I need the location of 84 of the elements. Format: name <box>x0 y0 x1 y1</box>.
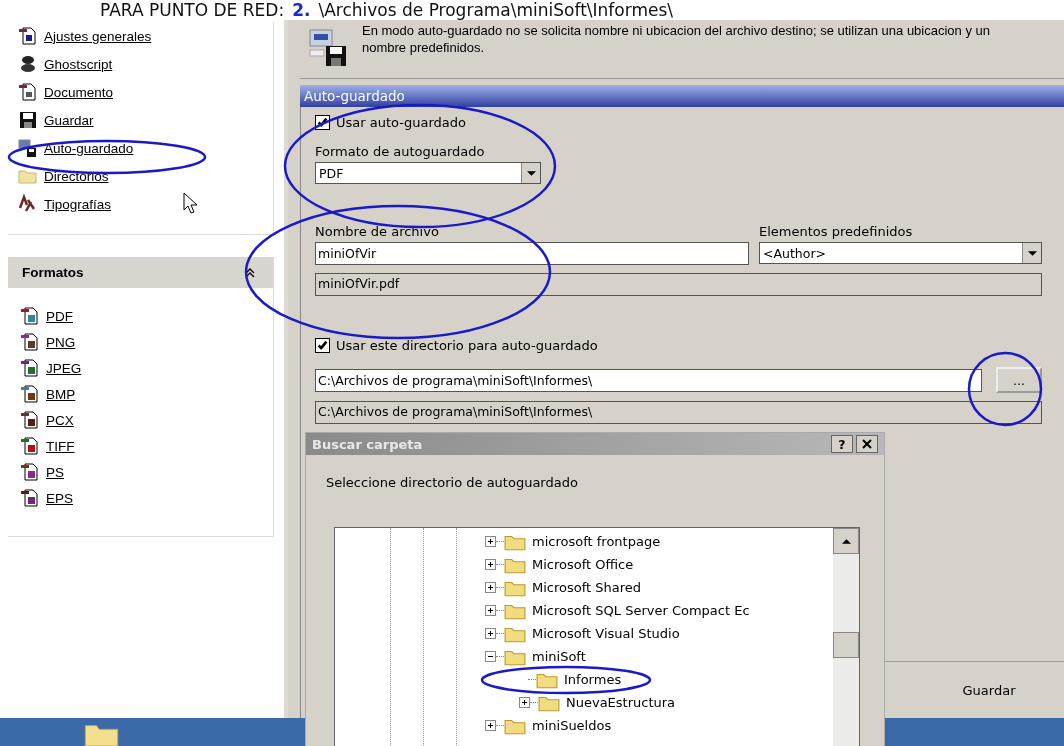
checkbox-label: Usar este directorio para auto-guardado <box>336 338 598 353</box>
expander-toggle[interactable] <box>485 559 496 570</box>
nav-link[interactable]: Ghostscript <box>18 54 113 74</box>
nav-link[interactable]: Tipografías <box>18 194 112 214</box>
tree-item[interactable]: Microsoft Office <box>532 557 634 572</box>
document-icon <box>20 332 40 352</box>
field-label: Formato de autoguardado <box>315 144 486 159</box>
document-icon <box>20 436 40 456</box>
help-button[interactable]: ? <box>831 435 853 453</box>
browse-button[interactable]: ... <box>996 367 1042 393</box>
format-link[interactable]: EPS <box>20 488 73 508</box>
directory-preview: C:\Archivos de programa\miniSoft\Informes\ <box>315 401 1042 424</box>
tree-item[interactable]: Informes <box>564 672 622 687</box>
tree-item[interactable]: NuevaEstructura <box>566 695 676 710</box>
tree-item[interactable]: Microsoft SQL Server Compact Ec <box>532 603 750 618</box>
expander-toggle[interactable] <box>485 605 496 616</box>
expander-toggle[interactable] <box>485 720 496 731</box>
mouse-pointer-icon <box>183 192 197 214</box>
filename-preview: miniOfVir.pdf <box>315 273 1042 296</box>
format-dropdown[interactable]: PDF <box>315 162 541 184</box>
field-label: Nombre de archivo <box>315 224 440 239</box>
tree-item[interactable]: microsoft frontpage <box>532 534 661 549</box>
computer-floppy-icon <box>18 138 38 158</box>
plus-icon <box>486 629 495 638</box>
step-number: 2. <box>292 0 311 20</box>
nav-link[interactable]: Directorios <box>18 166 109 186</box>
tree-item[interactable]: Microsoft Shared <box>532 580 642 595</box>
format-link[interactable]: PNG <box>20 332 76 352</box>
computer-floppy-icon <box>308 28 348 68</box>
formats-header[interactable]: Formatos <box>8 257 273 288</box>
expander-toggle[interactable] <box>485 536 496 547</box>
checkbox[interactable] <box>315 338 330 353</box>
heading-path: \Archivos de Programa\miniSoft\Informes\ <box>318 0 674 20</box>
close-icon <box>862 439 872 449</box>
format-link[interactable]: TIFF <box>20 436 75 456</box>
scrollbar-thumb[interactable] <box>833 632 859 658</box>
dropdown-arrow-icon <box>526 170 536 176</box>
filename-field[interactable]: miniOfVir <box>315 242 749 265</box>
dropdown-arrow-icon <box>1027 250 1037 256</box>
format-link[interactable]: BMP <box>20 384 76 404</box>
document-icon <box>20 462 40 482</box>
document-icon <box>20 488 40 508</box>
tree-item[interactable]: Microsoft Visual Studio <box>532 626 680 641</box>
font-icon <box>18 194 38 214</box>
plus-icon <box>486 606 495 615</box>
document-icon <box>18 26 38 46</box>
expander-toggle[interactable] <box>485 651 496 662</box>
dialog-title: Buscar carpeta <box>312 436 424 452</box>
nav-link[interactable]: Documento <box>18 82 114 102</box>
document-icon <box>20 306 40 326</box>
nav-link[interactable]: Guardar <box>18 110 94 130</box>
document-icon <box>20 384 40 404</box>
format-link[interactable]: PS <box>20 462 64 482</box>
heading-text: PARA PUNTO DE RED: <box>100 0 285 20</box>
section-header: Auto-guardado <box>300 85 1064 107</box>
scrollbar[interactable] <box>833 528 859 746</box>
dialog-prompt: Seleccione directorio de autoguardado <box>326 475 579 490</box>
collapse-icon <box>245 267 255 278</box>
nav-link[interactable]: Auto-guardado <box>18 138 134 158</box>
nav-link[interactable]: Ajustes generales <box>18 26 152 46</box>
elements-dropdown[interactable]: <Author> <box>759 242 1042 264</box>
plus-icon <box>486 560 495 569</box>
scroll-up-icon <box>841 538 851 544</box>
format-link[interactable]: PDF <box>20 306 73 326</box>
tree-item[interactable]: miniSoft <box>532 649 586 664</box>
coin-stack-icon <box>18 54 38 74</box>
checkbox-label: Usar auto-guardado <box>336 115 466 130</box>
document-icon <box>18 82 38 102</box>
directory-field[interactable]: C:\Archivos de programa\miniSoft\Informes\ <box>315 368 982 392</box>
format-link[interactable]: JPEG <box>20 358 82 378</box>
plus-icon <box>520 698 529 707</box>
plus-icon <box>486 721 495 730</box>
plus-icon <box>486 583 495 592</box>
document-icon <box>20 410 40 430</box>
document-icon <box>20 358 40 378</box>
expander-toggle[interactable] <box>485 582 496 593</box>
close-button[interactable] <box>856 435 878 453</box>
tree-item[interactable]: miniSueldos <box>532 718 612 733</box>
expander-toggle[interactable] <box>485 628 496 639</box>
field-label: Elementos predefinidos <box>759 224 914 239</box>
info-text: En modo auto-guardado no se solicita nombre ni ubicacion del archivo destino; se utilizan una ubicacion y un nombre predefinidos. <box>362 22 991 56</box>
expander-toggle[interactable] <box>519 697 530 708</box>
plus-icon <box>486 537 495 546</box>
format-link[interactable]: PCX <box>20 410 74 430</box>
